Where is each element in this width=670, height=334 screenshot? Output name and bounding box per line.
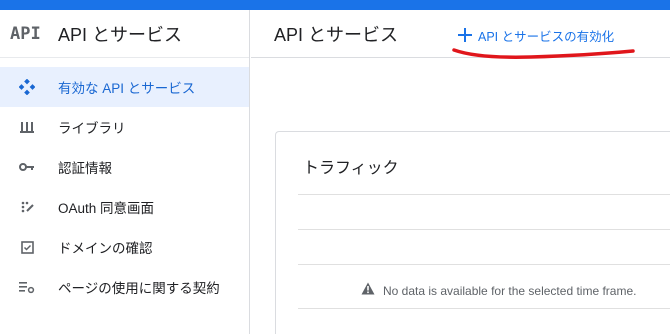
sidebar-item-page-usage-agreements[interactable]: ページの使用に関する契約: [0, 267, 249, 307]
plus-icon: [458, 24, 472, 46]
sidebar-item-credentials[interactable]: 認証情報: [0, 147, 249, 187]
sidebar-item-library[interactable]: ライブラリ: [0, 107, 249, 147]
red-underline-annotation: [452, 48, 635, 59]
enable-apis-label: API とサービスの有効化: [478, 29, 615, 44]
key-icon: [18, 158, 36, 176]
traffic-card-title: トラフィック: [303, 160, 399, 177]
warning-icon: [361, 282, 375, 300]
traffic-chart-area: No data is available for the selected ti…: [298, 194, 670, 334]
checkbox-icon: [18, 238, 36, 256]
no-data-text: No data is available for the selected ti…: [383, 284, 637, 298]
sidebar-item-oauth-consent[interactable]: OAuth 同意画面: [0, 187, 249, 227]
sidebar-item-label: ドメインの確認: [58, 241, 153, 256]
dashboard-diamond-icon: [18, 78, 36, 96]
sidebar-nav: 有効な API とサービス ライブラリ 認証情報 OAuth 同意画面 ドメイン…: [0, 67, 249, 307]
chart-gridline: [298, 264, 670, 265]
sidebar-item-label: ページの使用に関する契約: [58, 281, 220, 296]
sidebar-header: API API とサービス: [0, 10, 249, 58]
sidebar-item-label: OAuth 同意画面: [58, 201, 155, 216]
library-icon: [18, 118, 36, 136]
page-title: API とサービス: [274, 24, 399, 45]
sidebar-item-label: 認証情報: [58, 161, 112, 176]
oauth-consent-icon: [18, 198, 36, 216]
sidebar-item-domain-verification[interactable]: ドメインの確認: [0, 227, 249, 267]
sidebar-item-label: 有効な API とサービス: [58, 81, 196, 96]
main-content: API とサービス API とサービスの有効化 トラフィック No data i…: [251, 10, 670, 334]
sidebar-item-label: ライブラリ: [58, 121, 126, 136]
sidebar: API API とサービス 有効な API とサービス ライブラリ 認証情報 O…: [0, 10, 250, 334]
sidebar-item-enabled-apis[interactable]: 有効な API とサービス: [0, 67, 249, 107]
top-bar: [0, 0, 670, 10]
api-logo: API: [10, 23, 41, 44]
chart-gridline: [298, 229, 670, 230]
settings-list-icon: [18, 278, 36, 296]
traffic-card: トラフィック No data is available for the sele…: [275, 131, 670, 334]
chart-gridline: [298, 308, 670, 309]
chart-gridline: [298, 194, 670, 195]
no-data-message: No data is available for the selected ti…: [361, 282, 636, 300]
sidebar-title: API とサービス: [58, 24, 183, 45]
